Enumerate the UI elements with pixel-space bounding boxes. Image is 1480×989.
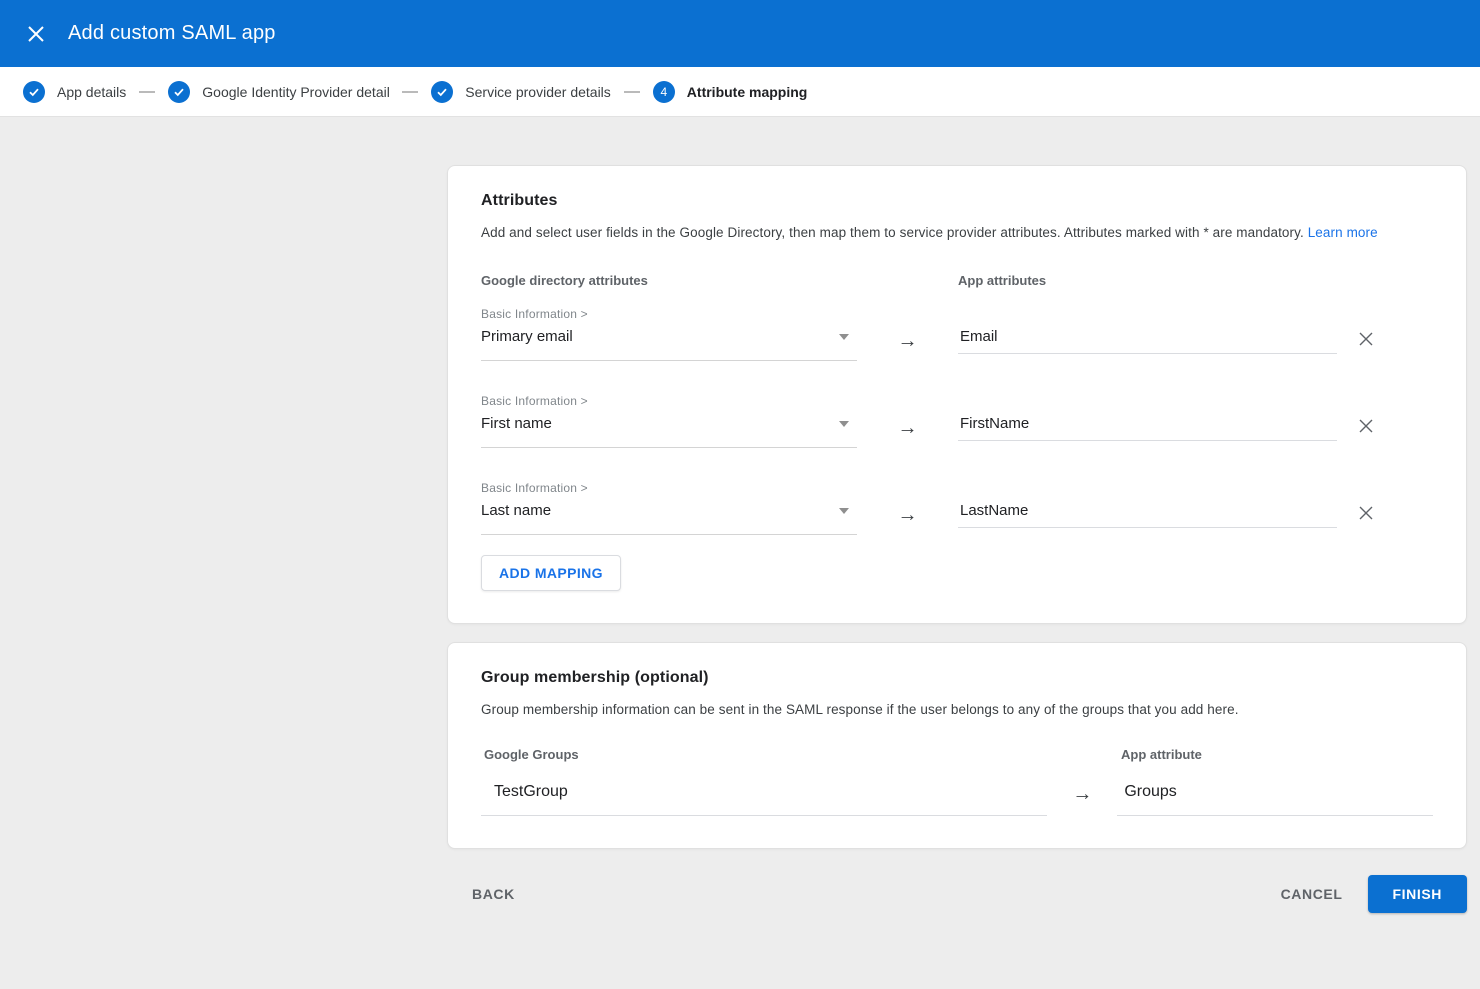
step-attribute-mapping[interactable]: 4 Attribute mapping	[653, 81, 808, 103]
close-icon[interactable]	[18, 16, 54, 52]
maps-to-arrow-icon: →	[898, 418, 918, 438]
step-google-idp-details[interactable]: Google Identity Provider details	[168, 81, 389, 103]
remove-mapping-icon	[1358, 418, 1374, 434]
group-membership-card: Group membership (optional) Group member…	[447, 642, 1467, 849]
google-groups-header: Google Groups	[481, 747, 1121, 762]
learn-more-link[interactable]: Learn more	[1308, 225, 1378, 240]
maps-to-arrow: →	[857, 394, 958, 438]
dialog-header: Add custom SAML app	[0, 0, 1480, 67]
directory-attribute-category: Basic Information >	[481, 481, 857, 495]
attribute-mapping-page: Attributes Add and select user fields in…	[0, 117, 1480, 913]
check-icon	[436, 86, 448, 98]
directory-attribute-select[interactable]: Basic Information > Last name	[481, 481, 857, 535]
group-app-attribute-input[interactable]	[1117, 783, 1433, 816]
step-connector	[624, 91, 640, 93]
group-mapping-row: →	[481, 783, 1433, 816]
wizard-footer: BACK CANCEL FINISH	[447, 875, 1467, 913]
step-3-circle	[431, 81, 453, 103]
attributes-card-description: Add and select user fields in the Google…	[481, 225, 1433, 240]
maps-to-arrow-icon: →	[898, 505, 918, 525]
remove-mapping-icon	[1358, 331, 1374, 347]
app-attribute-header: App attribute	[1121, 747, 1433, 762]
attributes-card: Attributes Add and select user fields in…	[447, 165, 1467, 624]
mapping-column-headers: Google directory attributes App attribut…	[481, 273, 1433, 288]
step-2-label: Google Identity Provider details	[202, 84, 389, 100]
step-1-label: App details	[57, 84, 126, 100]
directory-attribute-category: Basic Information >	[481, 307, 857, 321]
directory-attribute-select[interactable]: Basic Information > First name	[481, 394, 857, 448]
group-membership-description: Group membership information can be sent…	[481, 702, 1433, 717]
remove-mapping-button[interactable]	[1357, 417, 1375, 435]
attributes-description-text: Add and select user fields in the Google…	[481, 225, 1304, 240]
check-icon	[173, 86, 185, 98]
maps-to-arrow-icon: →	[898, 331, 918, 351]
directory-attribute-value: Primary email	[481, 328, 573, 345]
step-4-circle: 4	[653, 81, 675, 103]
app-attribute-input[interactable]	[958, 328, 1337, 354]
step-1-circle	[23, 81, 45, 103]
maps-to-arrow: →	[857, 307, 958, 351]
add-mapping-button[interactable]: ADD MAPPING	[481, 555, 621, 591]
app-attribute-input[interactable]	[958, 415, 1337, 441]
check-icon	[28, 86, 40, 98]
step-app-details[interactable]: App details	[23, 81, 126, 103]
remove-mapping-button[interactable]	[1357, 504, 1375, 522]
close-icon-glyph	[27, 25, 45, 43]
maps-to-arrow: →	[1047, 783, 1117, 804]
step-3-label: Service provider details	[465, 84, 611, 100]
app-attributes-header: App attributes	[958, 273, 1433, 288]
step-connector	[402, 91, 418, 93]
dialog-title: Add custom SAML app	[68, 22, 276, 45]
mapping-row: Basic Information > Primary email →	[481, 307, 1433, 361]
directory-attribute-value: First name	[481, 415, 552, 432]
maps-to-arrow: →	[857, 481, 958, 525]
mapping-row: Basic Information > Last name →	[481, 481, 1433, 535]
directory-attribute-value: Last name	[481, 502, 551, 519]
remove-mapping-button[interactable]	[1357, 330, 1375, 348]
step-4-number: 4	[660, 85, 667, 99]
group-membership-title: Group membership (optional)	[481, 669, 1433, 687]
app-attribute-input[interactable]	[958, 502, 1337, 528]
remove-mapping-icon	[1358, 505, 1374, 521]
back-button[interactable]: BACK	[464, 876, 523, 912]
finish-button[interactable]: FINISH	[1368, 875, 1468, 913]
chevron-down-icon	[839, 508, 849, 514]
google-directory-attributes-header: Google directory attributes	[481, 273, 958, 288]
google-groups-input[interactable]	[481, 783, 1047, 816]
cancel-button[interactable]: CANCEL	[1273, 876, 1351, 912]
mapping-row: Basic Information > First name →	[481, 394, 1433, 448]
step-connector	[139, 91, 155, 93]
chevron-down-icon	[839, 334, 849, 340]
chevron-down-icon	[839, 421, 849, 427]
stepper: App details Google Identity Provider det…	[0, 67, 1480, 117]
step-4-label: Attribute mapping	[687, 84, 808, 100]
directory-attribute-category: Basic Information >	[481, 394, 857, 408]
directory-attribute-select[interactable]: Basic Information > Primary email	[481, 307, 857, 361]
attributes-card-title: Attributes	[481, 192, 1433, 210]
step-2-circle	[168, 81, 190, 103]
group-column-headers: Google Groups App attribute	[481, 747, 1433, 762]
step-service-provider-details[interactable]: Service provider details	[431, 81, 611, 103]
maps-to-arrow-icon: →	[1072, 784, 1092, 804]
